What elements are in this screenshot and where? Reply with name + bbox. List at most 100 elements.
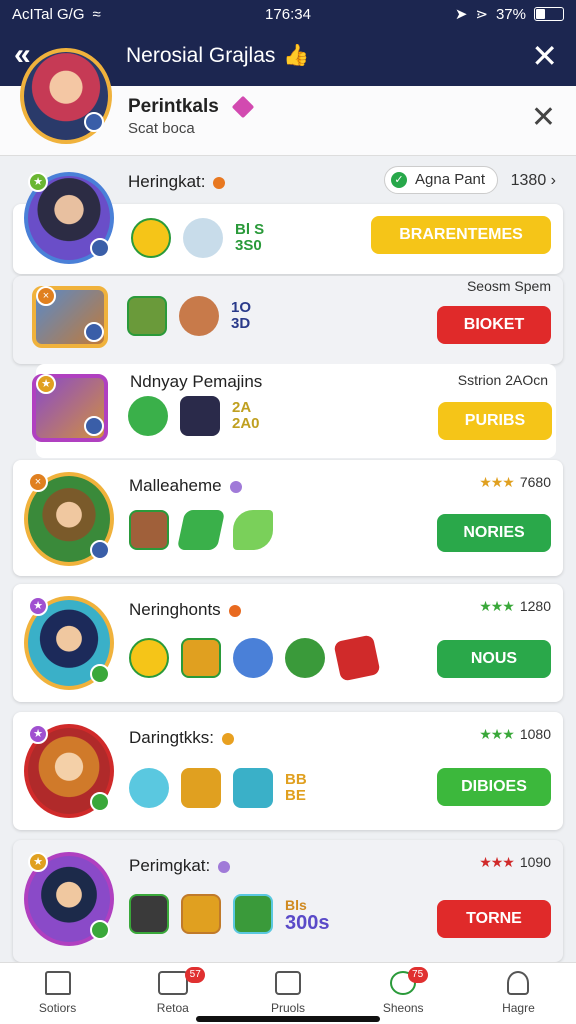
thumb-icon: 👍 [283, 44, 310, 67]
nav-item-leaf[interactable]: 75 Sheons [346, 963, 461, 1024]
star-badge-icon [131, 218, 171, 258]
avatar-badge-icon [84, 416, 104, 436]
avatar[interactable] [20, 48, 112, 144]
action-button[interactable]: DIBIOES [437, 768, 551, 806]
close-icon[interactable]: ✕ [531, 38, 558, 74]
level-badge-icon: ★ [28, 596, 48, 616]
battery-percent: 37% [495, 5, 526, 23]
carrier-label: AcITal G/G [12, 5, 85, 23]
character-icon [180, 396, 220, 436]
level-badge-icon: × [28, 472, 48, 492]
profile-name: Perintkals [128, 95, 255, 119]
mask-icon [181, 638, 221, 678]
notification-badge: 75 [407, 967, 428, 983]
level-badge-icon: × [36, 286, 56, 306]
cat-icon [233, 638, 273, 678]
tile-text: 1O 3D [231, 299, 252, 332]
card-icon [275, 971, 301, 995]
card-name: Ndnyay Pemajins [130, 372, 263, 391]
card-name: Heringkat: [128, 172, 226, 192]
avatar-badge-icon [84, 322, 104, 342]
avatar-badge-icon [90, 238, 110, 258]
inbox-icon [157, 971, 188, 995]
rating-stars: ★★★ [479, 474, 515, 490]
warrior-icon [181, 894, 221, 934]
action-button[interactable]: BRARENTEMES [371, 216, 551, 254]
nav-item-card[interactable]: Pruols [230, 963, 345, 1024]
cat-icon [129, 768, 169, 808]
status-bar: AcITal G/G ≈ 176:34 ➤ ⋗ 37% [0, 0, 576, 28]
action-button[interactable]: BIOKET [437, 306, 551, 344]
card-name: Malleaheme [129, 476, 242, 496]
goblin-icon [285, 638, 325, 678]
card-name: Neringhonts [129, 600, 241, 620]
fox-icon [181, 768, 221, 808]
bottom-nav: Sotiors 57 Retoa Pruols 75 Sheons Hagre [0, 962, 576, 1024]
page-title: Nerosial Grajlas 👍 [126, 44, 310, 67]
level-badge-icon: ★ [28, 172, 48, 192]
level-badge-icon: ★ [36, 374, 56, 394]
tile-text: 2A 2A0 [232, 399, 260, 432]
nav-item-profile[interactable]: Hagre [461, 963, 576, 1024]
notification-badge: 57 [185, 967, 206, 983]
warrior-icon [129, 510, 169, 550]
home-indicator[interactable] [196, 1016, 380, 1022]
rating-stars: ★★★ [479, 598, 515, 614]
card-meta: ★★★ 1080 [479, 726, 551, 742]
card-name: Perimgkat: [129, 856, 231, 876]
card-name: Daringtkks: [129, 728, 235, 748]
action-button[interactable]: NORIES [437, 514, 551, 552]
gift-icon [333, 634, 381, 682]
check-icon: ✓ [391, 172, 407, 188]
card-meta: ★★★ 1280 [479, 598, 551, 614]
character-icon [129, 894, 169, 934]
badge-icon [233, 768, 273, 808]
avatar-badge-icon [84, 112, 104, 132]
bluetooth-icon: ⋗ [475, 6, 488, 23]
card-meta: Seosm Spem [466, 278, 551, 294]
avatar[interactable]: ★ [24, 852, 114, 946]
person-icon [507, 971, 530, 995]
avatar[interactable]: × [24, 472, 114, 566]
nav-item-home[interactable]: Sotiors [0, 963, 115, 1024]
rating-stars: ★★★ [479, 726, 515, 742]
goblin-icon [233, 894, 273, 934]
status-pill[interactable]: ✓ Agna Pant [384, 166, 499, 194]
avatar[interactable]: ★ [24, 596, 114, 690]
card-meta: ★★★ 1090 [479, 854, 551, 870]
avatar-badge-icon [90, 792, 110, 812]
score-label: Bls 300s [285, 897, 330, 934]
level-badge-icon: ★ [28, 724, 48, 744]
star-creature-icon [128, 396, 168, 436]
wifi-icon: ≈ [92, 5, 101, 23]
gem-icon [231, 95, 255, 119]
avatar[interactable]: ★ [32, 374, 108, 442]
hero-face-icon [179, 296, 219, 336]
shield-icon [176, 510, 226, 550]
action-button[interactable]: NOUS [437, 640, 551, 678]
nav-item-inbox[interactable]: 57 Retoa [115, 963, 230, 1024]
cat-icon [183, 218, 223, 258]
avatar-badge-icon [90, 540, 110, 560]
home-icon [44, 971, 71, 995]
rating-stars: ★★★ [479, 854, 515, 870]
battery-icon [534, 7, 564, 21]
card-count: 1380 › [510, 172, 556, 189]
star-badge-icon [129, 638, 169, 678]
avatar-badge-icon [90, 920, 110, 940]
action-button[interactable]: TORNE [437, 900, 551, 938]
avatar[interactable]: ★ [24, 724, 114, 818]
tile-text: Bl S 3S0 [235, 221, 265, 254]
avatar[interactable]: × [32, 286, 108, 348]
leaf-icon [233, 510, 273, 550]
action-button[interactable]: PURIBS [438, 402, 552, 440]
level-badge-icon: ★ [28, 852, 48, 872]
list-item[interactable]: Ndnyay Pemajins Sstrion 2AOcn 2A 2A0 PUR… [36, 364, 556, 458]
avatar[interactable]: ★ [24, 172, 114, 264]
tile-text: BB BE [285, 771, 307, 804]
dismiss-icon[interactable]: ✕ [531, 102, 556, 134]
card-meta: Sstrion 2AOcn [457, 372, 548, 388]
location-icon: ➤ [454, 6, 468, 23]
profile-subtitle: Scat boca [128, 120, 195, 137]
card-meta: ★★★ 7680 [479, 474, 551, 490]
